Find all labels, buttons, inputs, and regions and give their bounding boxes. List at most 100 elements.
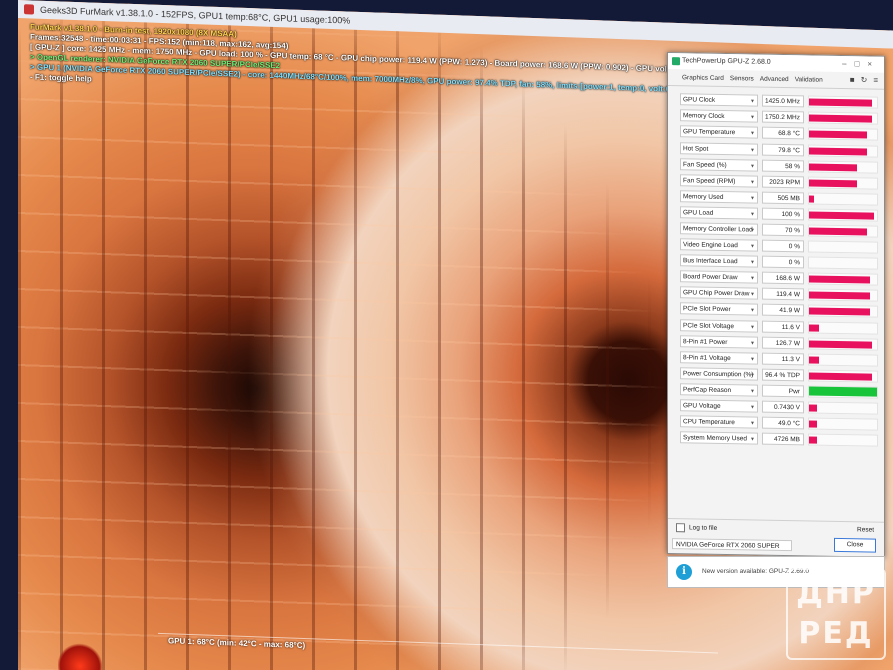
chevron-down-icon[interactable]: ▼ <box>750 176 755 187</box>
chevron-down-icon[interactable]: ▼ <box>750 96 755 107</box>
close-icon[interactable]: × <box>867 59 880 68</box>
sensor-row: Fan Speed (RPM) ▼ 2023 RPM <box>680 173 880 191</box>
sensor-name-dropdown[interactable]: 8-Pin #1 Voltage ▼ <box>680 350 758 365</box>
chevron-down-icon[interactable]: ▼ <box>750 289 755 300</box>
sensor-name-dropdown[interactable]: PerfCap Reason ▼ <box>680 383 758 397</box>
sensor-name-dropdown[interactable]: PCIe Slot Power ▼ <box>680 302 758 317</box>
sensor-name-dropdown[interactable]: GPU Load ▼ <box>680 206 758 220</box>
sensor-graph <box>808 433 878 447</box>
chevron-down-icon[interactable]: ▼ <box>750 128 755 139</box>
chevron-down-icon[interactable]: ▼ <box>750 401 755 412</box>
chevron-down-icon[interactable]: ▼ <box>750 208 755 219</box>
sensor-name-dropdown[interactable]: 8-Pin #1 Power ▼ <box>680 334 758 349</box>
chevron-down-icon[interactable]: ▼ <box>750 192 755 203</box>
sensor-name-dropdown[interactable]: Board Power Draw ▼ <box>680 270 758 284</box>
chevron-down-icon[interactable]: ▼ <box>750 385 755 396</box>
gpuz-footer: Log to file Reset NVIDIA GeForce RTX 206… <box>668 518 884 557</box>
sensor-graph-fill <box>809 386 877 397</box>
chevron-down-icon[interactable]: ▼ <box>750 160 755 171</box>
gpuz-toolbar: ■ ↻ ≡ <box>850 75 878 84</box>
sensor-name-dropdown[interactable]: GPU Clock ▼ <box>680 93 758 107</box>
chevron-down-icon[interactable]: ▼ <box>750 369 755 380</box>
chevron-down-icon[interactable]: ▼ <box>750 112 755 123</box>
sensor-name-dropdown[interactable]: Fan Speed (%) ▼ <box>680 157 758 172</box>
chevron-down-icon[interactable]: ▼ <box>750 273 755 284</box>
sensor-value: 168.6 W <box>762 271 804 285</box>
tab-validation[interactable]: Validation <box>795 76 823 83</box>
sensor-graph-fill <box>809 227 867 236</box>
chevron-down-icon[interactable]: ▼ <box>750 144 755 155</box>
chevron-down-icon[interactable]: ▼ <box>750 353 755 364</box>
close-button[interactable]: Close <box>834 537 876 553</box>
chevron-down-icon[interactable]: ▼ <box>750 305 755 316</box>
sensor-graph-fill <box>809 114 872 123</box>
tab-advanced[interactable]: Advanced <box>760 75 789 83</box>
sensor-name-dropdown[interactable]: Memory Controller Load ▼ <box>680 222 758 236</box>
sensor-graph <box>808 321 878 335</box>
sensor-name-dropdown[interactable]: CPU Temperature ▼ <box>680 415 758 429</box>
chevron-down-icon[interactable]: ▼ <box>750 321 755 332</box>
sensor-graph-fill <box>809 195 815 203</box>
tab-graphics-card[interactable]: Graphics Card <box>682 74 724 82</box>
sensor-graph-fill <box>809 147 867 156</box>
sensor-graph <box>808 417 878 431</box>
gpu-select-dropdown[interactable]: NVIDIA GeForce RTX 2060 SUPER <box>672 538 792 552</box>
sensor-graph <box>808 111 878 126</box>
sensor-graph <box>808 272 878 286</box>
sensor-graph <box>808 127 878 142</box>
sensor-name-dropdown[interactable]: System Memory Used ▼ <box>680 431 758 445</box>
refresh-icon[interactable]: ↻ <box>861 75 868 84</box>
minimize-icon[interactable]: – <box>842 59 854 68</box>
maximize-icon[interactable]: □ <box>854 59 867 68</box>
tab-sensors[interactable]: Sensors <box>730 75 754 82</box>
sensor-name: Power Consumption (%) <box>683 370 754 379</box>
sensor-value: 58 % <box>762 159 804 173</box>
sensor-name-dropdown[interactable]: Power Consumption (%) ▼ <box>680 367 758 381</box>
sensor-name: Bus Interface Load <box>683 257 738 266</box>
log-to-file-checkbox[interactable] <box>676 523 685 533</box>
sensor-name-dropdown[interactable]: Video Engine Load ▼ <box>680 238 758 252</box>
sensor-name: System Memory Used <box>683 434 747 443</box>
sensor-name: GPU Chip Power Draw <box>683 289 750 298</box>
sensor-name-dropdown[interactable]: GPU Chip Power Draw ▼ <box>680 286 758 300</box>
sensor-name-dropdown[interactable]: Memory Clock ▼ <box>680 109 758 123</box>
chevron-down-icon[interactable]: ▼ <box>750 418 755 429</box>
sensor-row: Memory Controller Load ▼ 70 % <box>680 221 880 239</box>
sensor-row: Video Engine Load ▼ 0 % <box>680 237 880 255</box>
sensor-name-dropdown[interactable]: GPU Temperature ▼ <box>680 125 758 140</box>
sensor-graph-fill <box>809 163 857 171</box>
sensor-graph-fill <box>809 211 874 220</box>
chevron-down-icon[interactable]: ▼ <box>750 434 755 445</box>
sensor-name-dropdown[interactable]: GPU Voltage ▼ <box>680 399 758 413</box>
chevron-down-icon[interactable]: ▼ <box>750 224 755 235</box>
menu-icon[interactable]: ≡ <box>873 76 878 85</box>
log-to-file[interactable]: Log to file <box>676 523 717 533</box>
furmark-app-icon <box>24 4 34 15</box>
sensor-name: Memory Clock <box>683 112 725 121</box>
sensor-graph-fill <box>809 179 857 188</box>
sensor-name: GPU Load <box>683 209 714 217</box>
sensor-name-dropdown[interactable]: Hot Spot ▼ <box>680 141 758 156</box>
sensor-graph-fill <box>809 356 820 364</box>
reset-button[interactable]: Reset <box>857 526 874 533</box>
sensor-name-dropdown[interactable]: PCIe Slot Voltage ▼ <box>680 318 758 333</box>
gpu-select-value: NVIDIA GeForce RTX 2060 SUPER <box>676 541 780 550</box>
chevron-down-icon[interactable]: ▼ <box>750 257 755 268</box>
sensor-name-dropdown[interactable]: Bus Interface Load ▼ <box>680 254 758 268</box>
sensor-graph <box>808 208 878 222</box>
sensor-value: 0 % <box>762 239 804 253</box>
sensor-value: 126.7 W <box>762 336 804 350</box>
chevron-down-icon[interactable]: ▼ <box>750 241 755 252</box>
sensor-name-dropdown[interactable]: Memory Used ▼ <box>680 190 758 204</box>
watermark-line-2: РЕД <box>798 616 874 651</box>
sensor-row: GPU Chip Power Draw ▼ 119.4 W <box>680 285 880 303</box>
chevron-down-icon[interactable]: ▼ <box>750 337 755 348</box>
sensor-graph <box>808 369 878 383</box>
sensor-name: Memory Controller Load <box>683 225 753 234</box>
camera-icon[interactable]: ■ <box>850 75 855 84</box>
sensor-name-dropdown[interactable]: Fan Speed (RPM) ▼ <box>680 173 758 188</box>
sensor-graph <box>808 160 878 174</box>
sensor-graph <box>808 353 878 367</box>
sensor-value: 49.0 °C <box>762 416 804 430</box>
sensor-value: 41.9 W <box>762 304 804 317</box>
